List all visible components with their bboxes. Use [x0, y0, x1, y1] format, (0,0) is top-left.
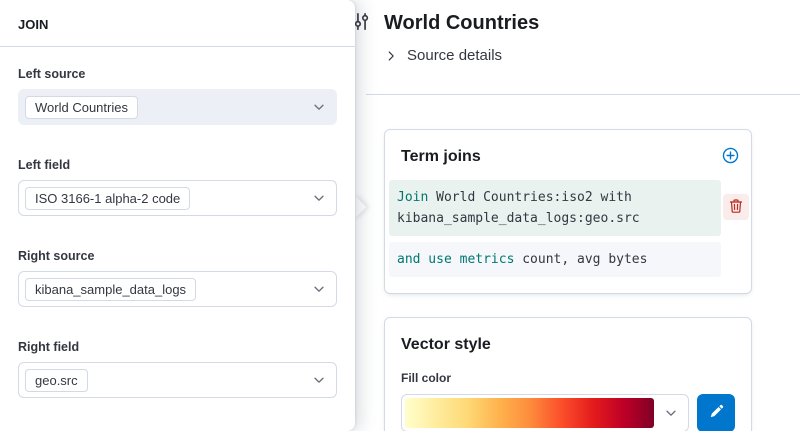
- right-source-select[interactable]: kibana_sample_data_logs: [18, 271, 337, 307]
- trash-icon: [728, 198, 744, 217]
- right-field-select[interactable]: geo.src: [18, 362, 337, 398]
- left-field-label: Left field: [18, 158, 337, 173]
- plus-in-circle-icon: [722, 147, 739, 167]
- left-field-group: Left field ISO 3166-1 alpha-2 code: [18, 158, 337, 216]
- join-popover-title: JOIN: [0, 0, 355, 46]
- right-source-label: Right source: [18, 249, 337, 264]
- vector-style-card: Vector style Fill color: [384, 317, 752, 431]
- right-source-group: Right source kibana_sample_data_logs: [18, 249, 337, 307]
- source-details-toggle[interactable]: Source details: [384, 45, 502, 67]
- edit-fill-color-button[interactable]: [697, 394, 735, 431]
- join-value: World Countries:iso2 with kibana_sample_…: [397, 190, 640, 226]
- add-join-button[interactable]: [719, 146, 741, 168]
- header-divider: [366, 94, 800, 95]
- fill-color-select[interactable]: [401, 394, 689, 431]
- color-ramp-swatch: [405, 398, 654, 428]
- vector-style-title: Vector style: [401, 334, 735, 356]
- selected-option-pill: ISO 3166-1 alpha-2 code: [25, 187, 190, 210]
- join-popover: JOIN Left source World Countries Left fi…: [0, 0, 355, 431]
- selected-option-pill: World Countries: [25, 96, 138, 119]
- join-keyword: Join: [397, 190, 428, 205]
- delete-join-button[interactable]: [723, 194, 749, 220]
- join-form: Left source World Countries Left field I…: [0, 47, 355, 398]
- chevron-down-icon: [312, 100, 326, 114]
- left-field-select[interactable]: ISO 3166-1 alpha-2 code: [18, 180, 337, 216]
- join-expression[interactable]: Join World Countries:iso2 with kibana_sa…: [389, 180, 721, 236]
- fill-color-row: [401, 394, 735, 431]
- term-joins-card: Term joins Join World Countries:iso2 wit…: [384, 129, 752, 294]
- chevron-down-icon: [664, 406, 678, 420]
- fill-color-label: Fill color: [401, 370, 735, 386]
- join-expression-group: Join World Countries:iso2 with kibana_sa…: [389, 180, 747, 277]
- metrics-value: count, avg bytes: [522, 252, 647, 267]
- metrics-expression[interactable]: and use metrics count, avg bytes: [389, 242, 721, 277]
- selected-option-pill: geo.src: [25, 369, 88, 392]
- chevron-down-icon: [312, 373, 326, 387]
- chevron-down-icon: [312, 282, 326, 296]
- maps-layer-settings-screen: World Countries Source details Term join…: [0, 0, 800, 431]
- selected-option-pill: kibana_sample_data_logs: [25, 278, 196, 301]
- metrics-keyword: and use metrics: [397, 252, 514, 267]
- source-details-label: Source details: [407, 45, 502, 67]
- right-field-group: Right field geo.src: [18, 340, 337, 398]
- left-source-group: Left source World Countries: [18, 67, 337, 125]
- layer-title: World Countries: [384, 10, 539, 36]
- term-joins-title: Term joins: [401, 146, 735, 168]
- pencil-icon: [709, 404, 724, 422]
- right-field-label: Right field: [18, 340, 337, 355]
- left-source-label: Left source: [18, 67, 337, 82]
- chevron-down-icon: [312, 191, 326, 205]
- chevron-right-icon: [384, 49, 398, 63]
- left-source-select[interactable]: World Countries: [18, 89, 337, 125]
